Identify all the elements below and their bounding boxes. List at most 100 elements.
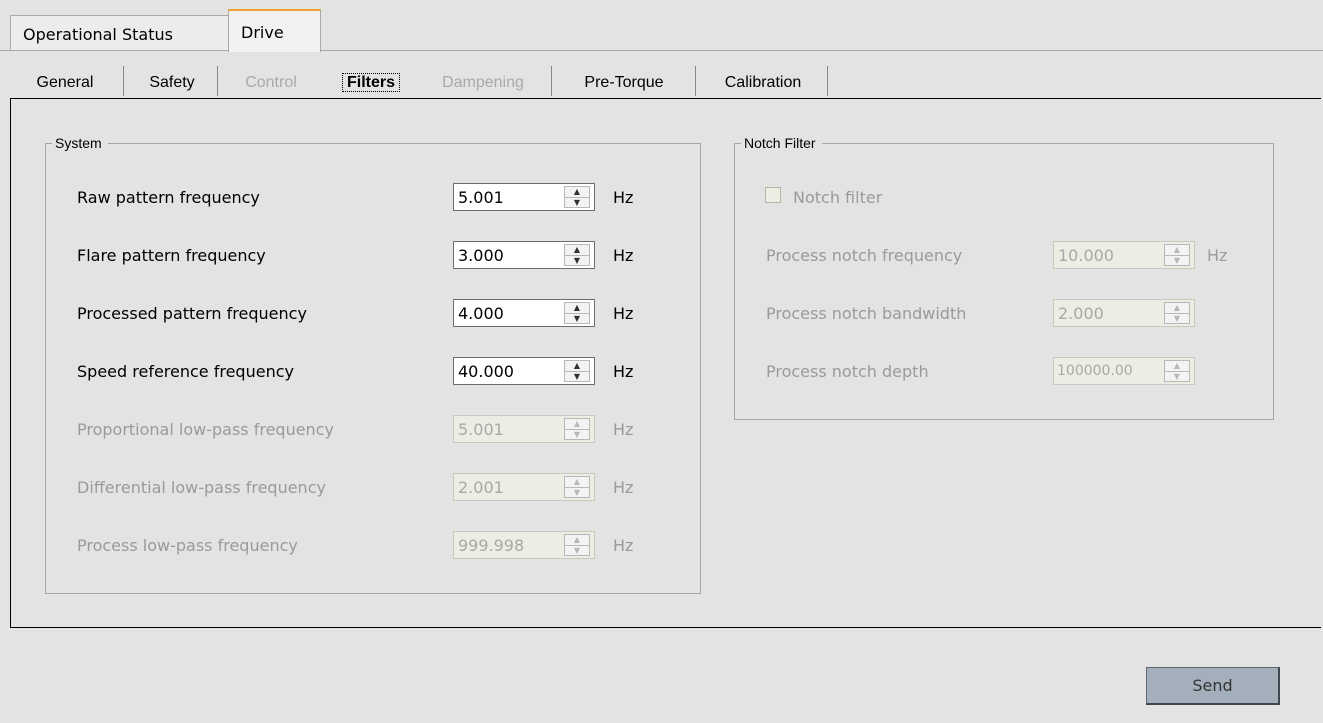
field-label: Process low-pass frequency	[77, 536, 298, 555]
tab-separator	[695, 66, 696, 96]
field-label: Process notch bandwidth	[766, 304, 967, 323]
differential-low-pass-frequency-input	[454, 474, 558, 500]
process-low-pass-frequency-input	[454, 532, 558, 558]
process-low-pass-frequency-row: Process low-pass frequency ▲ ▼ Hz	[77, 531, 667, 559]
spin-down-icon: ▼	[1165, 255, 1189, 266]
unit-label: Hz	[613, 536, 634, 555]
processed-pattern-frequency-spinbox[interactable]: ▲ ▼	[453, 299, 595, 327]
spin-buttons: ▲ ▼	[1164, 302, 1190, 324]
subtab-pre-torque[interactable]: Pre-Torque	[558, 62, 690, 96]
spin-buttons[interactable]: ▲ ▼	[564, 302, 590, 324]
proportional-low-pass-frequency-input	[454, 416, 558, 442]
spin-buttons: ▲ ▼	[564, 534, 590, 556]
system-group-title: System	[52, 134, 108, 152]
raw-pattern-frequency-input[interactable]	[454, 184, 558, 210]
spin-up-icon[interactable]: ▲	[565, 245, 589, 255]
spin-buttons[interactable]: ▲ ▼	[564, 360, 590, 382]
process-notch-frequency-row: Process notch frequency ▲ ▼ Hz	[766, 241, 1256, 269]
notch-filter-checkbox-row: Notch filter	[765, 183, 1065, 211]
notch-filter-group-title: Notch Filter	[741, 134, 822, 152]
unit-label: Hz	[613, 304, 634, 323]
spin-down-icon: ▼	[565, 487, 589, 498]
spin-buttons[interactable]: ▲ ▼	[564, 244, 590, 266]
unit-label: Hz	[613, 420, 634, 439]
spin-buttons: ▲ ▼	[564, 476, 590, 498]
process-notch-depth-spinbox: ▲ ▼	[1053, 357, 1195, 385]
subtab-general[interactable]: General	[10, 62, 120, 96]
spin-down-icon: ▼	[1165, 371, 1189, 382]
spin-up-icon: ▲	[573, 535, 581, 544]
unit-label: Hz	[613, 478, 634, 497]
process-notch-bandwidth-input	[1054, 300, 1158, 326]
spin-buttons: ▲ ▼	[1164, 244, 1190, 266]
tab-separator	[123, 66, 124, 96]
unit-label: Hz	[613, 362, 634, 381]
process-notch-depth-input	[1054, 358, 1158, 384]
field-label: Differential low-pass frequency	[77, 478, 326, 497]
field-label: Proportional low-pass frequency	[77, 420, 334, 439]
spin-up-icon: ▲	[1173, 245, 1181, 254]
tab-separator	[827, 66, 828, 96]
spin-down-icon: ▼	[1165, 313, 1189, 324]
process-notch-bandwidth-spinbox: ▲ ▼	[1053, 299, 1195, 327]
spin-up-icon: ▲	[573, 419, 581, 428]
unit-label: Hz	[613, 246, 634, 265]
spin-up-icon: ▲	[573, 477, 581, 486]
spin-up-icon[interactable]: ▲	[565, 303, 589, 313]
spin-up-icon: ▲	[1173, 361, 1181, 370]
speed-reference-frequency-row: Speed reference frequency ▲ ▼ Hz	[77, 357, 667, 385]
differential-low-pass-frequency-spinbox: ▲ ▼	[453, 473, 595, 501]
process-notch-frequency-input	[1054, 242, 1158, 268]
tab-drive[interactable]: Drive	[228, 9, 321, 52]
process-notch-depth-row: Process notch depth ▲ ▼	[766, 357, 1256, 385]
notch-filter-checkbox-label: Notch filter	[793, 188, 883, 207]
spin-down-icon: ▼	[565, 429, 589, 440]
proportional-low-pass-frequency-row: Proportional low-pass frequency ▲ ▼ Hz	[77, 415, 667, 443]
field-label: Raw pattern frequency	[77, 188, 260, 207]
process-low-pass-frequency-spinbox: ▲ ▼	[453, 531, 595, 559]
processed-pattern-frequency-input[interactable]	[454, 300, 558, 326]
tab-bar-divider	[0, 50, 1323, 51]
subtab-filters[interactable]: Filters	[322, 62, 420, 96]
unit-label: Hz	[613, 188, 634, 207]
spin-down-icon[interactable]: ▼	[565, 255, 589, 266]
process-notch-frequency-spinbox: ▲ ▼	[1053, 241, 1195, 269]
tab-separator	[551, 66, 552, 96]
spin-up-icon: ▲	[1173, 303, 1181, 312]
unit-label: Hz	[1207, 246, 1228, 265]
spin-buttons: ▲ ▼	[1164, 360, 1190, 382]
tab-operational-status[interactable]: Operational Status	[10, 15, 229, 50]
spin-buttons[interactable]: ▲ ▼	[564, 186, 590, 208]
field-label: Process notch frequency	[766, 246, 963, 265]
subtab-safety[interactable]: Safety	[127, 62, 217, 96]
spin-down-icon[interactable]: ▼	[565, 313, 589, 324]
system-group: System Raw pattern frequency ▲ ▼ Hz Flar…	[45, 134, 701, 594]
spin-up-icon[interactable]: ▲	[565, 361, 589, 371]
field-label: Speed reference frequency	[77, 362, 294, 381]
tab-separator	[217, 66, 218, 96]
field-label: Flare pattern frequency	[77, 246, 266, 265]
spin-down-icon: ▼	[565, 545, 589, 556]
filters-panel: System Raw pattern frequency ▲ ▼ Hz Flar…	[10, 98, 1321, 628]
process-notch-bandwidth-row: Process notch bandwidth ▲ ▼	[766, 299, 1256, 327]
notch-filter-group: Notch Filter Notch filter Process notch …	[734, 134, 1274, 420]
subtab-control[interactable]: Control	[220, 62, 322, 96]
field-label: Process notch depth	[766, 362, 929, 381]
raw-pattern-frequency-spinbox[interactable]: ▲ ▼	[453, 183, 595, 211]
flare-pattern-frequency-spinbox[interactable]: ▲ ▼	[453, 241, 595, 269]
notch-filter-checkbox	[765, 187, 781, 203]
processed-pattern-frequency-row: Processed pattern frequency ▲ ▼ Hz	[77, 299, 667, 327]
field-label: Processed pattern frequency	[77, 304, 307, 323]
spin-down-icon[interactable]: ▼	[565, 197, 589, 208]
flare-pattern-frequency-row: Flare pattern frequency ▲ ▼ Hz	[77, 241, 667, 269]
spin-down-icon[interactable]: ▼	[565, 371, 589, 382]
subtab-dampening[interactable]: Dampening	[422, 62, 544, 96]
spin-up-icon[interactable]: ▲	[565, 187, 589, 197]
send-button[interactable]: Send	[1146, 667, 1280, 705]
subtab-calibration[interactable]: Calibration	[698, 62, 828, 96]
differential-low-pass-frequency-row: Differential low-pass frequency ▲ ▼ Hz	[77, 473, 667, 501]
speed-reference-frequency-spinbox[interactable]: ▲ ▼	[453, 357, 595, 385]
proportional-low-pass-frequency-spinbox: ▲ ▼	[453, 415, 595, 443]
flare-pattern-frequency-input[interactable]	[454, 242, 558, 268]
speed-reference-frequency-input[interactable]	[454, 358, 558, 384]
